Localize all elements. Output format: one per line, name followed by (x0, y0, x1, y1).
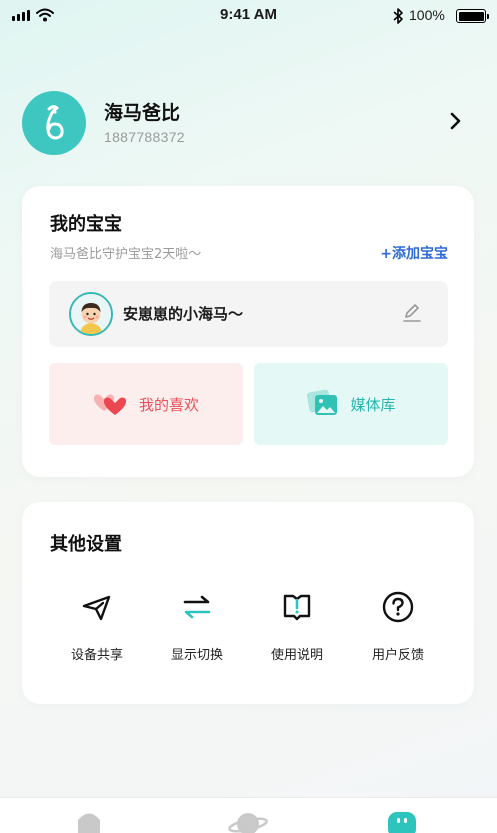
home-icon[interactable] (75, 810, 103, 833)
device-share-label: 设备共享 (70, 648, 123, 663)
baby-name: 安崽崽的小海马～ (123, 305, 244, 323)
switch-icon (183, 595, 211, 619)
user-feedback-label: 用户反馈 (371, 648, 424, 663)
display-switch-button[interactable]: 显示切换 (152, 590, 242, 663)
chevron-right-icon[interactable] (446, 109, 466, 133)
bottom-nav (0, 797, 497, 833)
add-baby-button[interactable]: +添加宝宝 (380, 243, 448, 263)
baby-profile-row[interactable]: 安崽崽的小海马～ (49, 281, 448, 347)
seahorse-logo-icon (22, 91, 86, 155)
settings-card-title: 其他设置 (50, 534, 122, 555)
baby-avatar (69, 292, 113, 336)
user-feedback-button[interactable]: 用户反馈 (353, 590, 443, 663)
media-library-label: 媒体库 (350, 395, 396, 414)
battery-icon (456, 9, 489, 23)
profile-phone: 1887788372 (104, 129, 185, 145)
baby-card-title: 我的宝宝 (50, 214, 122, 235)
device-share-button[interactable]: 设备共享 (52, 590, 142, 663)
heart-icon (93, 394, 127, 415)
other-settings-card: 其他设置 设备共享 显示切换 使用说明 用户反馈 (22, 502, 474, 704)
instructions-button[interactable]: 使用说明 (252, 590, 342, 663)
media-library-tile[interactable]: 媒体库 (254, 363, 448, 445)
settings-row: 设备共享 显示切换 使用说明 用户反馈 (22, 590, 474, 680)
edit-icon[interactable] (401, 301, 423, 325)
robot-icon[interactable] (388, 812, 416, 833)
help-icon (382, 591, 414, 623)
manual-icon (283, 594, 311, 621)
bluetooth-icon (393, 8, 403, 24)
gallery-icon (307, 389, 338, 415)
baby-card-subtitle: 海马爸比守护宝宝2天啦～ (50, 247, 202, 262)
display-switch-label: 显示切换 (170, 648, 223, 663)
instructions-label: 使用说明 (270, 648, 323, 663)
send-icon (82, 595, 111, 621)
profile-name: 海马爸比 (104, 102, 181, 124)
battery-percent: 100% (409, 7, 445, 23)
profile-header[interactable]: 海马爸比 1887788372 (22, 91, 472, 155)
status-bar: 9:41 AM 100% (0, 0, 497, 32)
my-baby-card: 我的宝宝 海马爸比守护宝宝2天啦～ +添加宝宝 安崽崽的小海马～ 我的喜欢 媒体… (22, 186, 474, 477)
my-favorites-tile[interactable]: 我的喜欢 (49, 363, 243, 445)
my-favorites-label: 我的喜欢 (138, 395, 199, 414)
planet-icon[interactable] (228, 808, 268, 833)
